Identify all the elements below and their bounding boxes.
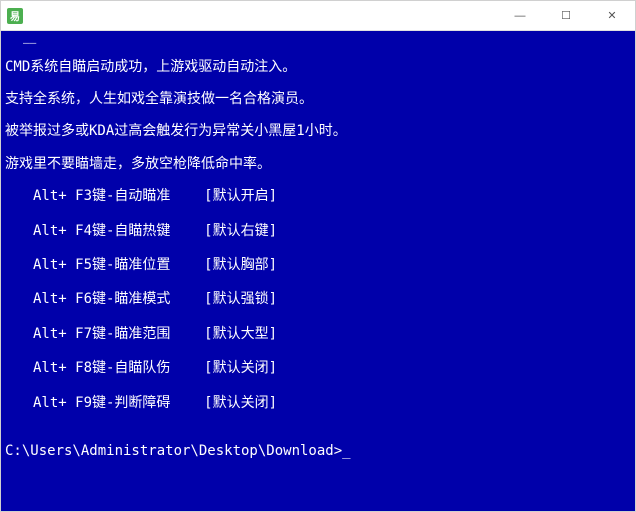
hotkey-line: Alt+ F4键-自瞄热键 [默认右键] — [5, 220, 631, 242]
app-window: 易 — ☐ ✕ —— CMD系统自瞄启动成功，上游戏驱动自动注入。 支持全系统，… — [0, 0, 636, 512]
hotkey-key: Alt+ F9键-判断障碍 — [33, 395, 170, 411]
console-text-line: CMD系统自瞄启动成功，上游戏驱动自动注入。 — [5, 56, 631, 78]
hotkey-key: Alt+ F5键-瞄准位置 — [33, 257, 170, 273]
hotkey-default: [默认关闭] — [204, 395, 277, 411]
hotkey-default: [默认大型] — [204, 326, 277, 342]
titlebar[interactable]: 易 — ☐ ✕ — [1, 1, 635, 31]
console-text-line: 支持全系统，人生如戏全靠演技做一名合格演员。 — [5, 88, 631, 110]
hotkey-line: Alt+ F8键-自瞄队伤 [默认关闭] — [5, 357, 631, 379]
hotkey-line: Alt+ F9键-判断障碍 [默认关闭] — [5, 392, 631, 414]
cursor: _ — [342, 443, 350, 459]
hotkey-key: Alt+ F8键-自瞄队伤 — [33, 360, 170, 376]
app-icon: 易 — [7, 8, 23, 24]
console-top-marker: —— — [5, 33, 631, 56]
hotkey-key: Alt+ F3键-自动瞄准 — [33, 188, 170, 204]
prompt-path: C:\Users\Administrator\Desktop\Download> — [5, 443, 342, 459]
console-prompt-line: C:\Users\Administrator\Desktop\Download>… — [5, 440, 631, 462]
hotkey-default: [默认右键] — [204, 223, 277, 239]
close-button[interactable]: ✕ — [589, 1, 635, 30]
maximize-button[interactable]: ☐ — [543, 1, 589, 30]
hotkey-line: Alt+ F6键-瞄准模式 [默认强锁] — [5, 288, 631, 310]
console-text-line: 游戏里不要瞄墙走，多放空枪降低命中率。 — [5, 153, 631, 175]
hotkey-key: Alt+ F7键-瞄准范围 — [33, 326, 170, 342]
hotkey-line: Alt+ F3键-自动瞄准 [默认开启] — [5, 185, 631, 207]
minimize-button[interactable]: — — [497, 1, 543, 30]
hotkey-default: [默认开启] — [204, 188, 277, 204]
hotkey-key: Alt+ F6键-瞄准模式 — [33, 291, 170, 307]
hotkey-line: Alt+ F5键-瞄准位置 [默认胸部] — [5, 254, 631, 276]
hotkey-default: [默认胸部] — [204, 257, 277, 273]
hotkey-key: Alt+ F4键-自瞄热键 — [33, 223, 170, 239]
window-controls: — ☐ ✕ — [497, 1, 635, 30]
console-text-line: 被举报过多或KDA过高会触发行为异常关小黑屋1小时。 — [5, 120, 631, 142]
console-area[interactable]: —— CMD系统自瞄启动成功，上游戏驱动自动注入。 支持全系统，人生如戏全靠演技… — [1, 31, 635, 511]
hotkey-default: [默认关闭] — [204, 360, 277, 376]
hotkey-default: [默认强锁] — [204, 291, 277, 307]
hotkey-line: Alt+ F7键-瞄准范围 [默认大型] — [5, 323, 631, 345]
